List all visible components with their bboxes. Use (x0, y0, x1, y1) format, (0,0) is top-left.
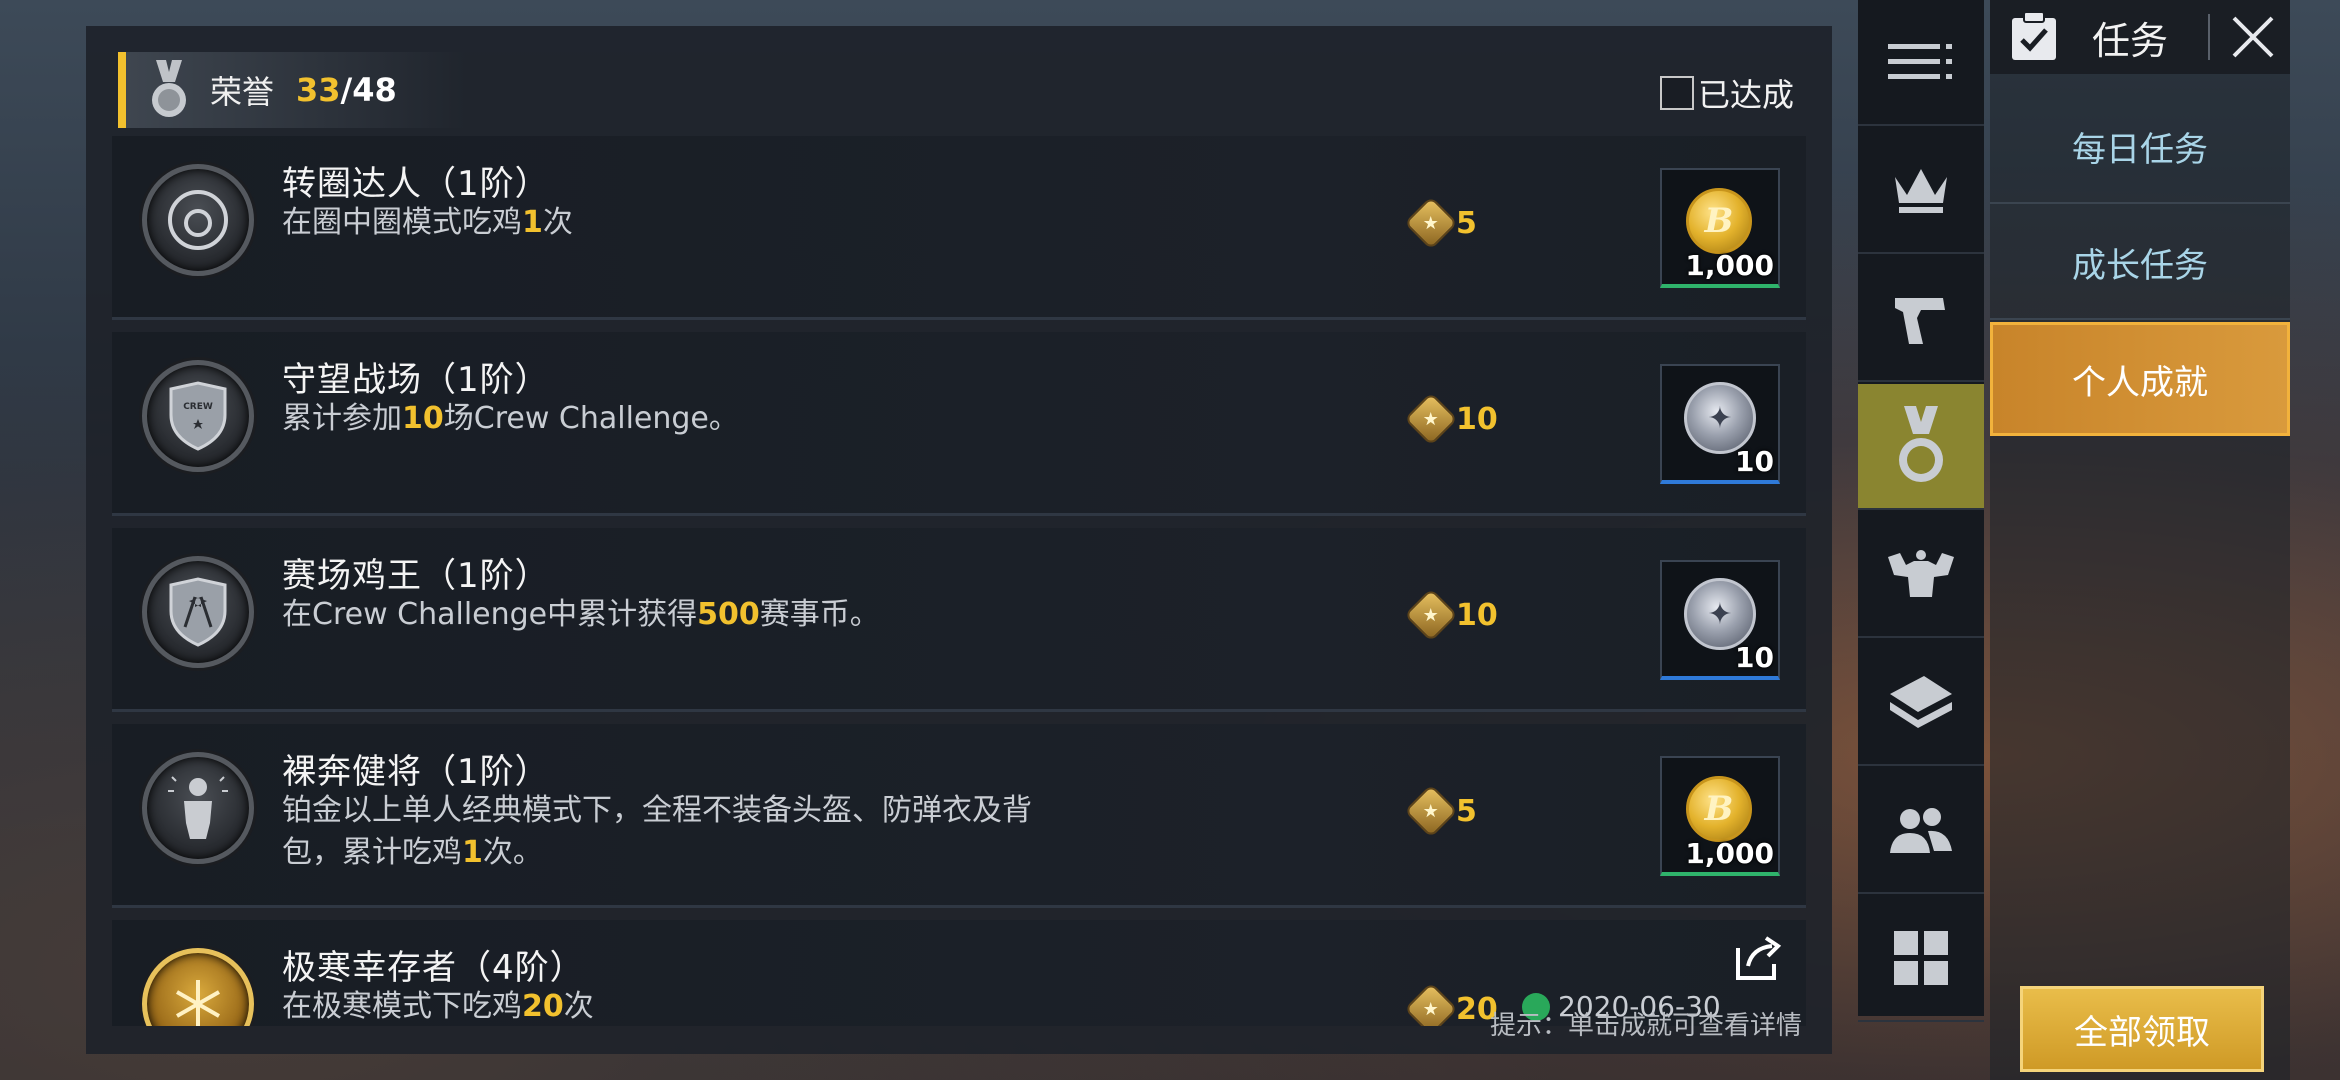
crew-challenge-shield-icon: CREW (142, 360, 254, 472)
star-points-icon: ★ (1404, 392, 1458, 446)
crown-nav-item[interactable] (1858, 128, 1984, 254)
muscle-icon (1888, 550, 1954, 597)
achievement-list[interactable]: 转圈达人（1阶） 在圈中圈模式吃鸡1次 ★ 5 B 1,000 CREW 守望战… (112, 136, 1806, 1026)
category-nav (1858, 0, 1984, 1022)
achievement-title: 赛场鸡王（1阶） (282, 556, 550, 596)
hint-text: 提示：单击成就可查看详情 (1489, 1011, 1802, 1041)
strength-nav-item[interactable] (1858, 512, 1984, 638)
achievement-row[interactable]: 赛场鸡王（1阶） 在Crew Challenge中累计获得500赛事币。 ★ 1… (112, 528, 1806, 712)
achieved-label: 已达成 (1697, 76, 1794, 114)
achievement-row[interactable]: 转圈达人（1阶） 在圈中圈模式吃鸡1次 ★ 5 B 1,000 (112, 136, 1806, 320)
reward-slot[interactable]: ✦ 10 (1660, 364, 1780, 484)
grid-icon (1894, 931, 1948, 985)
grid-nav-item[interactable] (1858, 896, 1984, 1022)
task-side-panel: 任务 每日任务 成长任务 个人成就 (1990, 0, 2290, 1080)
clipboard-check-icon (2012, 12, 2056, 60)
achievement-points: ★ 20 (1404, 982, 1498, 1026)
task-header: 任务 (1990, 0, 2290, 74)
svg-text:CREW: CREW (183, 402, 213, 412)
pistol-icon (1895, 298, 1945, 344)
achievement-title: 守望战场（1阶） (282, 360, 550, 400)
flags-shield-icon (142, 556, 254, 668)
star-points-icon: ★ (1404, 588, 1458, 642)
star-points-icon: ★ (1404, 982, 1458, 1026)
bp-coin-icon: B (1686, 188, 1752, 254)
header-accent-bar (118, 52, 126, 128)
tab-daily-tasks[interactable]: 每日任务 (1990, 90, 2290, 204)
tab-personal-achievements[interactable]: 个人成就 (1990, 322, 2290, 436)
silver-emblem-icon: ✦ (1684, 382, 1756, 454)
achievement-desc: 累计参加10场Crew Challenge。 (282, 401, 739, 436)
figure-icon (142, 752, 254, 864)
bp-coin-icon: B (1686, 776, 1752, 842)
reward-quantity: 10 (1735, 445, 1774, 478)
achieved-checkbox[interactable] (1659, 76, 1694, 110)
medal-icon (1899, 406, 1943, 482)
reward-quantity: 1,000 (1685, 249, 1774, 282)
achievement-points: ★ 5 (1404, 196, 1477, 250)
achievement-row[interactable]: CREW 守望战场（1阶） 累计参加10场Crew Challenge。 ★ 1… (112, 332, 1806, 516)
achievements-panel: 荣誉 33/48 已达成 转圈达人（1阶） 在圈中圈模式吃鸡1次 ★ 5 B 1… (86, 26, 1832, 1054)
achievement-title: 裸奔健将（1阶） (282, 752, 550, 792)
share-icon[interactable] (1732, 932, 1784, 984)
achievement-points: ★ 5 (1404, 784, 1477, 838)
medal-icon (152, 60, 186, 117)
star-points-icon: ★ (1404, 784, 1458, 838)
achieved-filter[interactable]: 已达成 (1659, 70, 1794, 116)
reward-quantity: 10 (1735, 641, 1774, 674)
honor-title: 荣誉 (210, 73, 275, 111)
achievement-desc: 在Crew Challenge中累计获得500赛事币。 (282, 597, 880, 632)
honor-count: 33/48 (296, 71, 397, 109)
reward-slot[interactable]: B 1,000 (1660, 756, 1780, 876)
reward-slot[interactable]: B 1,000 (1660, 168, 1780, 288)
achievement-title: 极寒幸存者（4阶） (282, 948, 585, 988)
medal-nav-item[interactable] (1858, 384, 1984, 510)
crown-icon (1895, 169, 1947, 213)
close-icon[interactable] (2228, 12, 2278, 62)
circle-target-icon (142, 164, 254, 276)
achievement-points: ★ 10 (1404, 588, 1498, 642)
honor-header: 荣誉 33/48 已达成 (118, 52, 1818, 128)
menu-icon (1888, 44, 1952, 79)
weapon-nav-item[interactable] (1858, 256, 1984, 382)
menu-nav-item[interactable] (1858, 0, 1984, 126)
reward-quantity: 1,000 (1685, 837, 1774, 870)
star-points-icon: ★ (1404, 196, 1458, 250)
achievement-title: 转圈达人（1阶） (282, 164, 550, 204)
ticket-nav-item[interactable] (1858, 640, 1984, 766)
friends-nav-item[interactable] (1858, 768, 1984, 894)
achievement-points: ★ 10 (1404, 392, 1498, 446)
reward-slot[interactable]: ✦ 10 (1660, 560, 1780, 680)
tab-growth-tasks[interactable]: 成长任务 (1990, 206, 2290, 320)
achievement-row[interactable]: 裸奔健将（1阶） 铂金以上单人经典模式下，全程不装备头盔、防弹衣及背包，累计吃鸡… (112, 724, 1806, 908)
achievement-desc: 在极寒模式下吃鸡20次 (282, 989, 594, 1024)
ticket-icon (1890, 676, 1952, 728)
claim-all-button[interactable]: 全部领取 (2020, 986, 2264, 1072)
task-title: 任务 (2092, 18, 2169, 63)
silver-emblem-icon: ✦ (1684, 578, 1756, 650)
achievement-desc: 在圈中圈模式吃鸡1次 (282, 205, 573, 240)
achievement-desc: 铂金以上单人经典模式下，全程不装备头盔、防弹衣及背包，累计吃鸡1次。 (282, 793, 1032, 870)
friends-icon (1890, 808, 1952, 853)
snowflake-icon (142, 948, 254, 1026)
